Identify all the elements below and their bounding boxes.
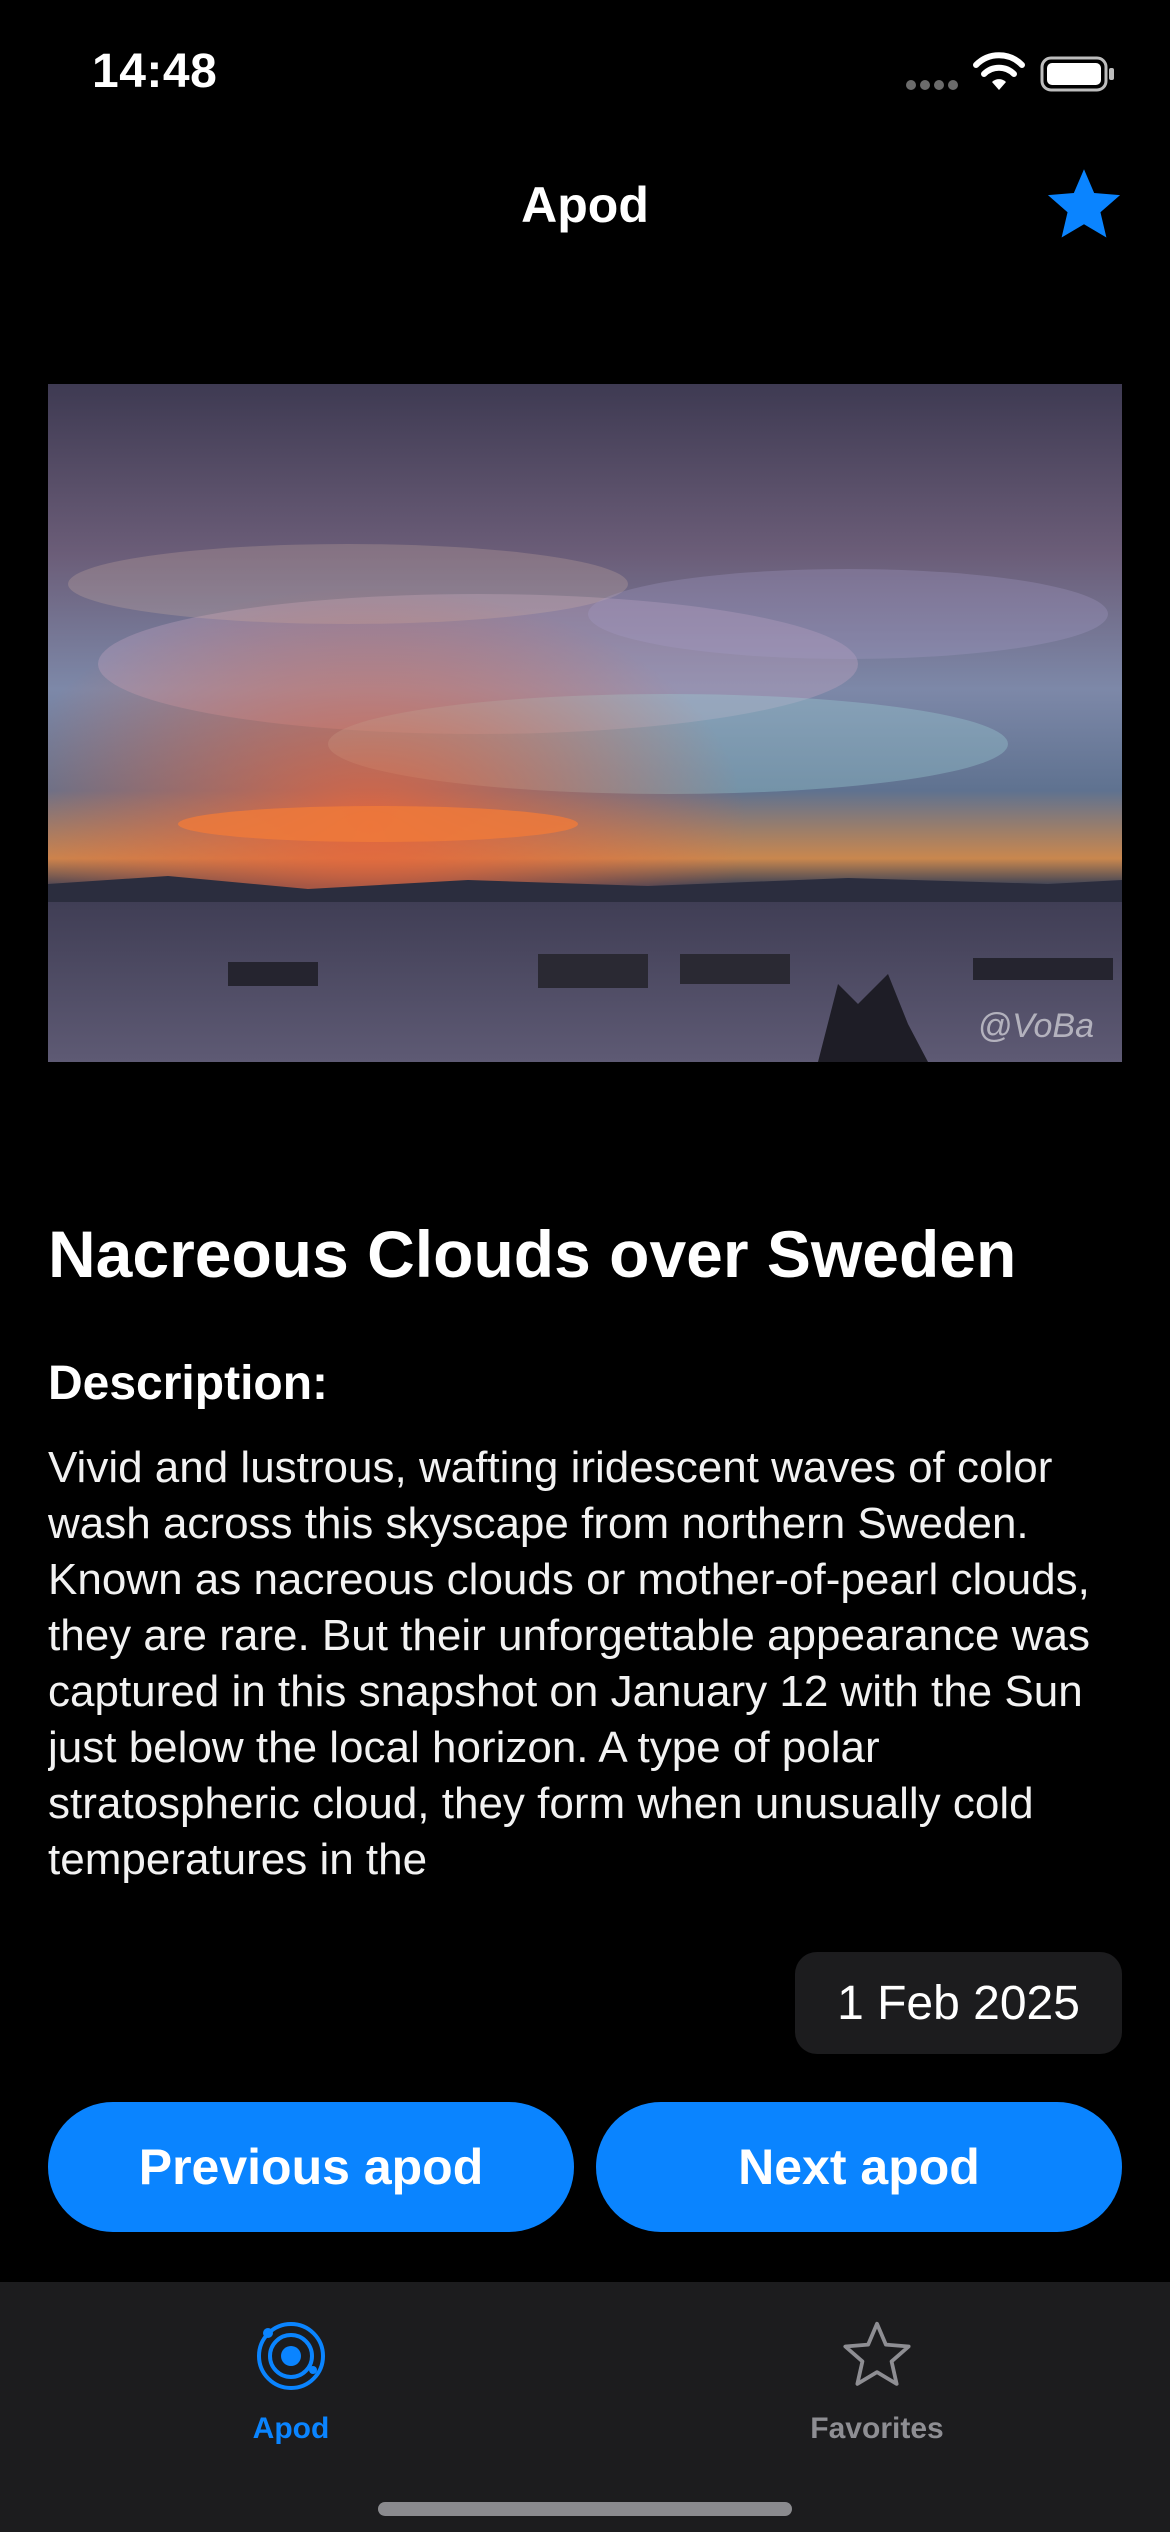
favorite-star-icon[interactable]: [1040, 164, 1128, 248]
status-bar: 14:48: [0, 0, 1170, 140]
nav-title: Apod: [521, 177, 649, 233]
next-apod-button[interactable]: Next apod: [596, 2102, 1122, 2232]
tab-apod-label: Apod: [252, 2412, 330, 2445]
tab-bar: Apod Favorites: [0, 2282, 1170, 2532]
wifi-icon: [973, 52, 1025, 90]
apod-screen: 14:48 Apod @VoBa Nacreous Clouds over Sw…: [0, 0, 1170, 2532]
nacreous-clouds-image: [48, 384, 1122, 1062]
description-scroll[interactable]: Vivid and lustrous, wafting iridescent w…: [48, 1440, 1128, 1906]
tab-favorites-label: Favorites: [810, 2412, 944, 2445]
home-indicator[interactable]: [378, 2502, 792, 2516]
signal-dots-icon: [906, 80, 960, 92]
battery-icon: [1040, 56, 1114, 92]
date-chip[interactable]: 1 Feb 2025: [795, 1952, 1122, 2054]
photo-watermark: @VoBa: [977, 1007, 1094, 1045]
orbit-icon: [257, 2322, 325, 2390]
star-outline-icon: [843, 2321, 911, 2386]
status-time: 14:48: [92, 45, 218, 98]
tab-favorites[interactable]: Favorites: [727, 2302, 1027, 2445]
tab-apod[interactable]: Apod: [141, 2302, 441, 2445]
description-heading: Description:: [48, 1357, 329, 1410]
previous-apod-button[interactable]: Previous apod: [48, 2102, 574, 2232]
apod-title: Nacreous Clouds over Sweden: [48, 1217, 1017, 1291]
description-text: Vivid and lustrous, wafting iridescent w…: [48, 1443, 1090, 1884]
apod-photo: @VoBa: [48, 384, 1122, 1062]
